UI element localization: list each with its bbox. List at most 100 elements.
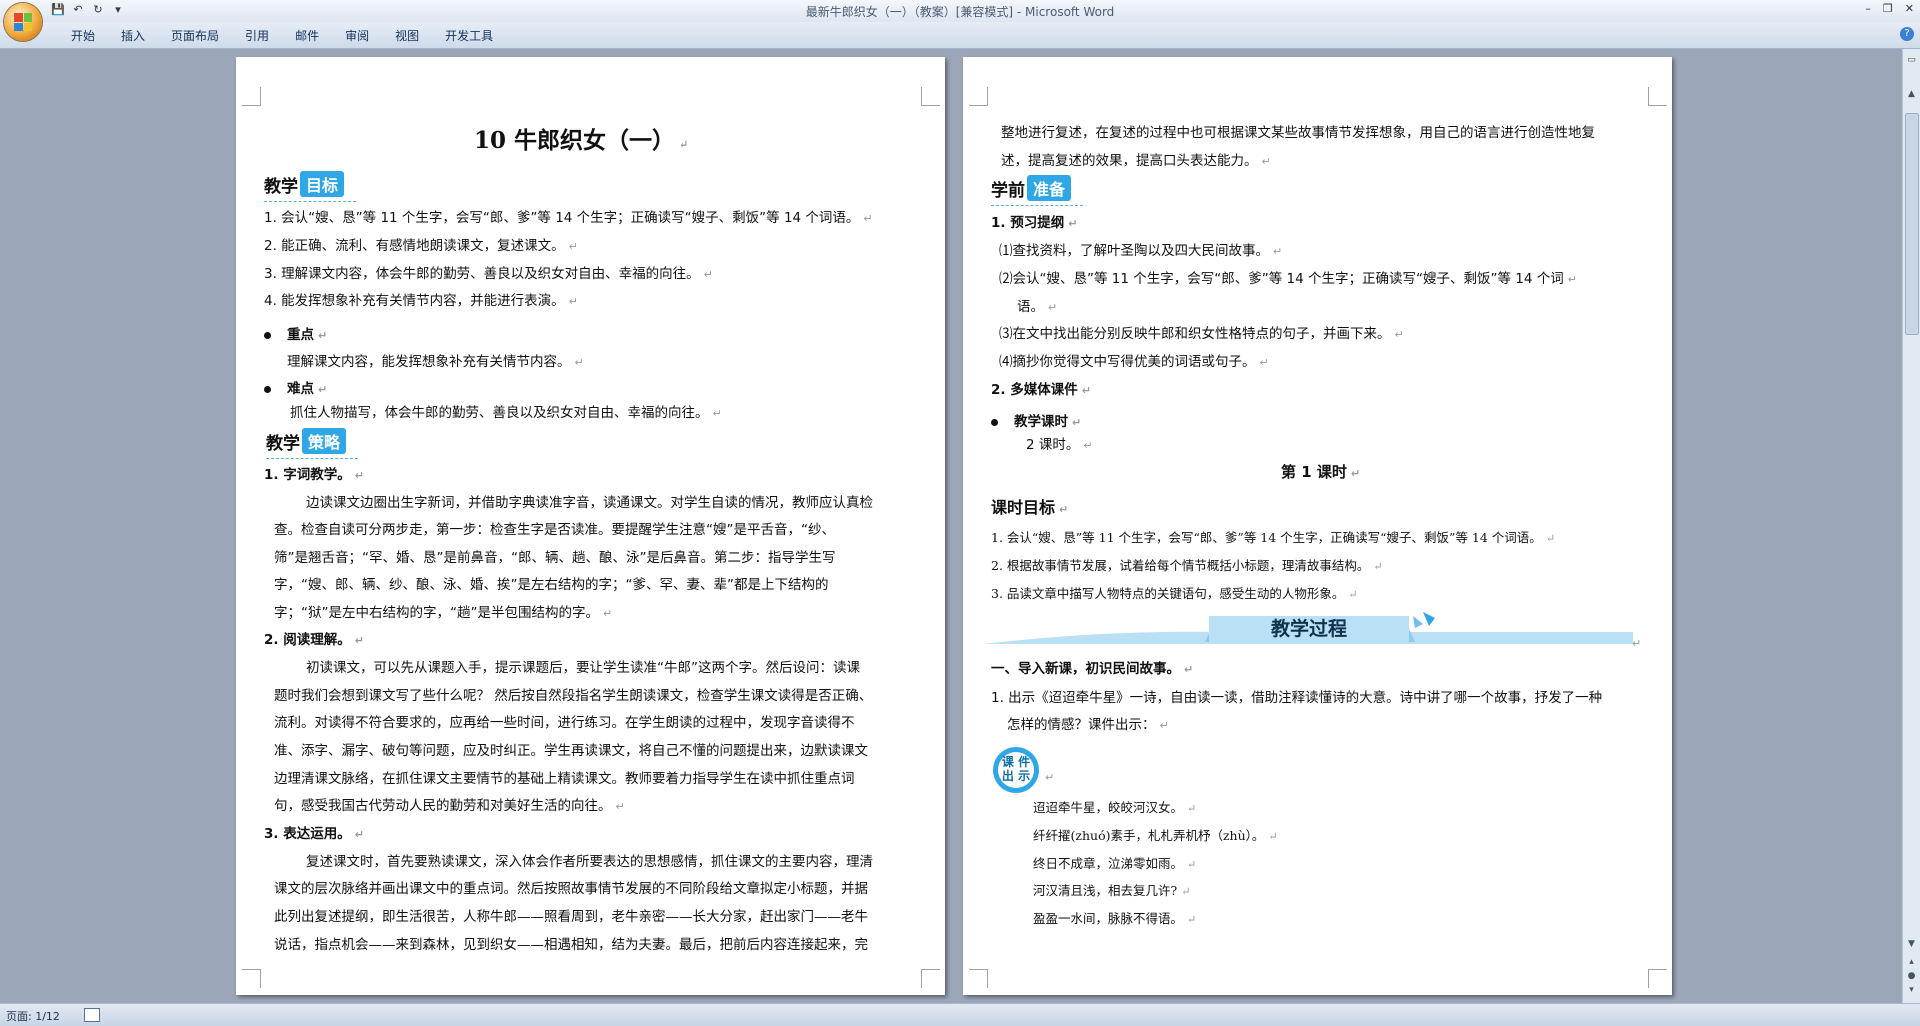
crop-mark [242,969,261,988]
scroll-down-icon[interactable]: ▼ [1906,939,1917,950]
paragraph-mark-icon: ↵ [1632,637,1642,650]
paragraph-line: 查。检查自读可分两步走，第一步：检查生字是否读准。要提醒学生注意“嫂”是平舌音，… [274,522,835,538]
tab-view[interactable]: 视图 [382,28,432,44]
lesson-goal-line: 1. 会认“嫂、恳”等 11 个生字，会写“郎、爹”等 14 个生字，正确读写“… [991,530,1556,545]
key-point-text: 理解课文内容，能发挥想象补充有关情节内容。 ↵ [287,354,584,370]
teaching-process-title: 教学过程 [1271,617,1347,640]
paragraph-line: 整地进行复述，在复述的过程中也可根据课文某些故事情节发挥想象，用自己的语言进行创… [1001,125,1595,141]
crop-mark [921,87,940,106]
previous-page-icon[interactable]: ▴ [1906,957,1917,968]
tab-mailings[interactable]: 邮件 [282,28,332,44]
section-heading-strategy: 教学 策略 [266,428,358,459]
paragraph-line: 筛”是翘舌音；“罕、婚、恳”是前鼻音，“郎、辆、趟、酿、泳”是后鼻音。第二步：指… [274,550,836,566]
lesson-goal-line: 2. 根据故事情节发展，试着给每个情节概括小标题，理清故事结构。 ↵ [991,558,1383,573]
poem-line: 终日不成章，泣涕零如雨。 ↵ [1033,856,1197,871]
tab-review[interactable]: 审阅 [332,28,382,44]
bullet-icon [264,331,271,339]
close-icon[interactable]: ✕ [1905,2,1914,15]
page-count[interactable]: 页面: 1/12 [6,1008,60,1024]
key-point-label: 重点 ↵ [264,323,327,343]
poem-line: 盈盈一水间，脉脉不得语。 ↵ [1033,911,1197,926]
paragraph-line: 流利。对读得不符合要求的，应再给一些时间，进行练习。在学生朗读的过程中，发现字音… [274,715,855,731]
paragraph-line: 课文的层次脉络并画出课文中的重点词。然后按照故事情节发展的不同阶段给文章拟定小标… [274,881,868,897]
teaching-hours-label: 教学课时 ↵ [991,410,1081,430]
paragraph-line: 初读课文，可以先从课题入手，提示课题后，要让学生读准“牛郎”这两个字。然后设问：… [306,660,860,676]
paragraph-line: 复述课文时，首先要熟读课文，深入体会作者所要表达的思想感情，抓住课文的主要内容，… [306,854,873,870]
tab-developer[interactable]: 开发工具 [432,28,506,44]
paragraph-line: 述，提高复述的效果，提高口头表达能力。 ↵ [1001,153,1271,169]
teaching-process-banner: 教学过程 [983,612,1633,644]
document-title: 10 牛郎织女（一） ↵ [474,127,689,154]
paragraph-line: 句，感受我国古代劳动人民的勤劳和对美好生活的向往。 ↵ [274,798,625,814]
section-heading-goals: 教学 目标 [264,171,356,202]
crop-mark [1648,969,1667,988]
scroll-up-icon[interactable]: ▲ [1906,89,1917,100]
crop-mark [1648,87,1667,106]
strategy-3-title: 3. 表达运用。 ↵ [264,826,364,842]
difficult-point-label: 难点 ↵ [264,377,327,397]
vertical-scrollbar[interactable]: ▭ ▲ ▼ ▴ ● ▾ [1902,49,1920,1003]
window-controls: – ❐ ✕ [1865,2,1914,15]
minimize-icon[interactable]: – [1865,2,1871,15]
next-page-icon[interactable]: ▾ [1906,985,1917,996]
section-heading-preparation: 学前 准备 [991,175,1083,206]
multimedia-title: 2. 多媒体课件 ↵ [991,382,1091,398]
ribbon: 开始 插入 页面布局 引用 邮件 审阅 视图 开发工具 ? [0,22,1920,49]
paragraph-line: 题时我们会想到课文写了些什么呢？ 然后按自然段指名学生朗读课文，检查学生课文读得… [274,688,873,704]
lesson-title: 第 1 课时 ↵ [1281,463,1361,481]
strategy-2-title: 2. 阅读理解。 ↵ [264,632,364,648]
tab-insert[interactable]: 插入 [108,28,158,44]
prep-item: ⑵会认“嫂、恳”等 11 个生字，会写“郎、爹”等 14 个生字；正确读写“嫂子… [999,271,1577,287]
paragraph-line: 准、添字、漏字、破句等问题，应及时纠正。学生再读课文，将自己不懂的问题提出来，边… [274,743,868,759]
crop-mark [969,87,988,106]
crop-mark [242,87,261,106]
goal-line: 2. 能正确、流利、有感情地朗读课文，复述课文。 ↵ [264,238,578,254]
prep-item: ⑴查找资料，了解叶圣陶以及四大民间故事。 ↵ [999,243,1283,259]
difficult-point-text: 抓住人物描写，体会牛郎的勤劳、善良以及织女对自由、幸福的向往。 ↵ [290,405,722,421]
document-page-2[interactable]: 整地进行复述，在复述的过程中也可根据课文某些故事情节发挥想象，用自己的语言进行创… [963,57,1672,995]
tab-page-layout[interactable]: 页面布局 [158,28,232,44]
office-button-icon[interactable] [4,3,42,41]
title-bar: 💾 ↶ ↻ ▾ 最新牛郎织女（一）（教案）[兼容模式] - Microsoft … [0,0,1920,22]
goal-line: 4. 能发挥想象补充有关情节内容，并能进行表演。 ↵ [264,293,578,309]
lesson-goal-heading: 课时目标 ↵ [991,498,1069,517]
crop-mark [969,969,988,988]
goal-line: 1. 会认“嫂、恳”等 11 个生字，会写“郎、爹”等 14 个生字；正确读写“… [264,210,873,226]
crop-mark [921,969,940,988]
paragraph-line: 字，“嫂、郎、辆、纱、酿、泳、婚、挨”是左右结构的字；“爹、罕、妻、辈”都是上下… [274,577,829,593]
lesson-goal-line: 3. 品读文章中描写人物特点的关键语句，感受生动的人物形象。 ↵ [991,586,1358,601]
step-1-title: 一、导入新课，初识民间故事。 ↵ [991,661,1194,677]
status-bar: 页面: 1/12 [0,1003,1920,1026]
tab-home[interactable]: 开始 [58,28,108,44]
restore-icon[interactable]: ❐ [1883,2,1893,15]
window-title: 最新牛郎织女（一）（教案）[兼容模式] - Microsoft Word [805,5,1115,19]
prep-item: ⑶在文中找出能分别反映牛郎和织女性格特点的句子，并画下来。 ↵ [999,326,1404,342]
help-icon[interactable]: ? [1900,27,1914,41]
goal-line: 3. 理解课文内容，体会牛郎的勤劳、善良以及织女对自由、幸福的向往。 ↵ [264,266,713,282]
prep-item: 语。 ↵ [1017,299,1058,315]
select-browse-object-icon[interactable]: ● [1906,971,1917,982]
scrollbar-thumb[interactable] [1905,113,1919,335]
paragraph-line: 1. 出示《迢迢牵牛星》一诗，自由读一读，借助注释读懂诗的大意。诗中讲了哪一个故… [991,690,1603,706]
paragraph-line: 说话，指点机会——来到森林，见到织女——相遇相知，结为夫妻。最后，把前后内容连接… [274,937,868,953]
bullet-icon [264,385,271,393]
strategy-1-title: 1. 字词教学。 ↵ [264,467,364,483]
poem-line: 纤纤擢(zhuó)素手，札札弄机杼（zhù）。 ↵ [1033,828,1278,843]
bullet-icon [991,418,998,426]
ruler-toggle-icon[interactable]: ▭ [1906,55,1917,66]
prep-outline-title: 1. 预习提纲 ↵ [991,215,1078,231]
prep-item: ⑷摘抄你觉得文中写得优美的词语或句子。 ↵ [999,354,1269,370]
tab-references[interactable]: 引用 [232,28,282,44]
paragraph-line: 此列出复述提纲，即生活很苦，人称牛郎——照看周到，老牛亲密——长大分家，赶出家门… [274,909,868,925]
courseware-badge: 课 件出 示 [993,747,1039,793]
paragraph-line: 边读课文边圈出生字新词，并借助字典读准字音，读通课文。对学生自读的情况，教师应认… [306,495,873,511]
paragraph-mark-icon: ↵ [1045,771,1055,784]
paragraph-line: 怎样的情感？课件出示： ↵ [1007,717,1169,733]
ribbon-tabs: 开始 插入 页面布局 引用 邮件 审阅 视图 开发工具 [58,28,506,44]
paragraph-line: 字；“狱”是左中右结构的字，“趟”是半包围结构的字。 ↵ [274,605,613,621]
document-page-1[interactable]: 10 牛郎织女（一） ↵ 教学 目标 1. 会认“嫂、恳”等 11 个生字，会写“郎… [236,57,945,995]
proofing-icon[interactable] [84,1008,100,1022]
document-workspace[interactable]: 10 牛郎织女（一） ↵ 教学 目标 1. 会认“嫂、恳”等 11 个生字，会写“郎… [0,49,1903,1003]
teaching-hours-text: 2 课时。 ↵ [1026,437,1093,453]
paragraph-line: 边理清课文脉络，在抓住课文主要情节的基础上精读课文。教师要着力指导学生在读中抓住… [274,771,855,787]
